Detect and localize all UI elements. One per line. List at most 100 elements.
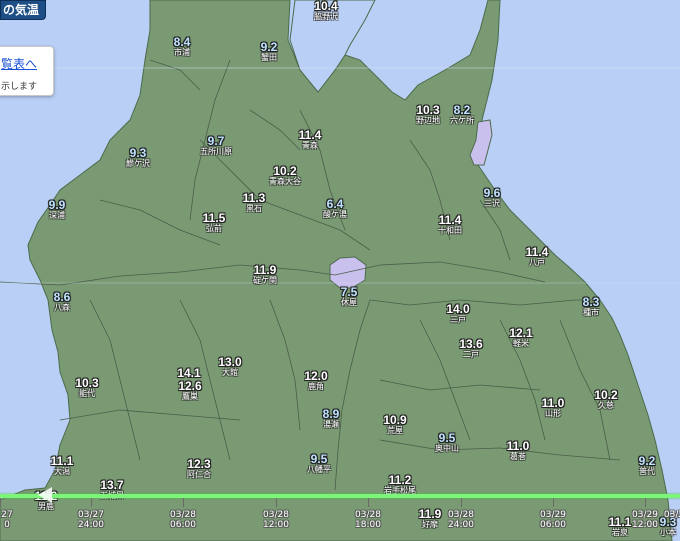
station-marker[interactable]: 6.4 酸ケ湯	[323, 198, 347, 219]
station-name: 青森	[301, 141, 318, 150]
station-marker[interactable]: 11.4 青森	[299, 129, 322, 150]
temperature-value: 9.5	[310, 452, 328, 466]
timeline-label[interactable]: 03/29 12:00	[632, 510, 658, 530]
temperature-value: 12.1	[509, 326, 533, 340]
temperature-value: 12.6	[178, 379, 202, 393]
station-marker[interactable]: 11.1 大潟	[51, 455, 74, 476]
station-name: 小本	[660, 528, 676, 537]
station-name: 二戸	[462, 350, 479, 359]
timeline-label[interactable]: 27 0	[1, 510, 12, 530]
station-marker[interactable]: 11.0 山形	[542, 397, 565, 418]
temperature-value: 11.9	[418, 507, 442, 521]
station-name: 鹿角	[307, 382, 324, 391]
timeline-label[interactable]: 03/28 24:00	[448, 510, 474, 530]
timeline-handle[interactable]	[38, 487, 52, 503]
station-name: 三沢	[484, 199, 500, 208]
station-name: 阿仁合	[187, 470, 211, 479]
timeline-label[interactable]: 03/29 06:00	[540, 510, 566, 530]
station-name: 碇ケ関	[253, 276, 277, 285]
station-name: 酸ケ湯	[323, 210, 347, 219]
station-marker[interactable]: 12.1 軽米	[509, 327, 532, 348]
station-name: 休屋	[341, 298, 357, 307]
station-marker[interactable]: 9.2 普代	[639, 455, 656, 476]
timeline-label[interactable]: 03/28 18:00	[355, 510, 381, 530]
station-marker[interactable]: 8.6 八森	[54, 291, 71, 312]
table-link[interactable]: 覧表へ	[1, 55, 37, 72]
station-marker[interactable]: 8.4 市浦	[174, 36, 191, 57]
station-marker[interactable]: 13.0 大館	[218, 356, 241, 377]
station-marker[interactable]: 11.9 碇ケ関	[253, 264, 277, 285]
station-name: 軽米	[512, 339, 529, 348]
station-marker[interactable]: 11.4 十和田	[438, 214, 462, 235]
station-name: 鰺ケ沢	[126, 159, 150, 168]
station-name: 三戸	[449, 315, 466, 324]
station-marker[interactable]: 11.0 葛巻	[507, 440, 530, 461]
station-marker[interactable]: 13.6 二戸	[459, 338, 482, 359]
temperature-value: 8.4	[173, 35, 191, 49]
station-marker[interactable]: 9.3 鰺ケ沢	[126, 147, 150, 168]
station-marker[interactable]: 9.6 三沢	[484, 187, 501, 208]
temperature-value: 14.0	[446, 302, 470, 316]
station-name: 六ケ所	[450, 116, 474, 125]
station-name: 青森大谷	[269, 177, 301, 186]
station-name: 大潟	[53, 467, 70, 476]
station-name: 湯瀬	[323, 420, 339, 429]
station-marker[interactable]: 10.9 荒屋	[383, 414, 406, 435]
station-marker[interactable]: 9.2 蟹田	[261, 41, 278, 62]
station-marker[interactable]: 9.9 深浦	[49, 199, 66, 220]
timeline-label[interactable]: 03/2	[664, 510, 680, 520]
temperature-value: 8.9	[322, 407, 340, 421]
temperature-value: 13.0	[218, 355, 242, 369]
temperature-value: 11.1	[50, 454, 74, 468]
info-popup: 覧表へ 示します	[0, 46, 54, 96]
station-name: 普代	[639, 467, 655, 476]
station-marker[interactable]: 11.3 黒石	[243, 192, 266, 213]
station-marker[interactable]: 8.3 種市	[583, 296, 600, 317]
timeline-tick	[553, 498, 554, 507]
temperature-value: 11.9	[253, 263, 277, 277]
timeline-tick	[0, 498, 1, 507]
temperature-value: 14.1	[177, 366, 201, 380]
station-marker[interactable]: 8.9 湯瀬	[323, 408, 340, 429]
temperature-value: 11.4	[298, 128, 322, 142]
timeline-slider[interactable]	[0, 494, 680, 498]
station-name: 八森	[54, 303, 70, 312]
station-name: 脇野沢	[314, 12, 338, 21]
timeline-tick	[91, 498, 92, 507]
station-marker[interactable]: 11.2 岩手松尾	[384, 474, 416, 495]
station-marker[interactable]: 10.3 能代	[75, 377, 98, 398]
station-name: 山形	[544, 409, 561, 418]
timeline-tick	[645, 498, 646, 507]
station-marker[interactable]: 10.2 青森大谷	[269, 165, 301, 186]
station-marker[interactable]: 12.6 鷹巣	[178, 380, 201, 401]
station-marker[interactable]: 10.4 脇野沢	[314, 0, 338, 21]
station-marker[interactable]: 9.5 八幡平	[307, 453, 331, 474]
station-name: 五所川原	[200, 147, 232, 156]
station-marker[interactable]: 9.5 奥中山	[435, 432, 459, 453]
station-marker[interactable]: 11.4 八戸	[526, 246, 549, 267]
station-marker[interactable]: 9.7 五所川原	[200, 135, 232, 156]
station-marker[interactable]: 12.3 阿仁合	[187, 458, 211, 479]
station-name: 葛巻	[509, 452, 526, 461]
station-name: 十和田	[438, 226, 462, 235]
station-marker[interactable]: 14.0 三戸	[446, 303, 469, 324]
map-canvas[interactable]	[0, 0, 680, 541]
temperature-value: 11.3	[242, 191, 266, 205]
page-title: の気温	[3, 3, 40, 17]
station-marker[interactable]: 10.2 久慈	[594, 389, 617, 410]
timeline-label[interactable]: 03/27 24:00	[78, 510, 104, 530]
station-marker[interactable]: 8.2 六ケ所	[450, 104, 474, 125]
temperature-value: 10.3	[75, 376, 99, 390]
temperature-value: 9.5	[438, 431, 456, 445]
station-name: 大館	[221, 368, 238, 377]
timeline-label[interactable]: 03/28 12:00	[263, 510, 289, 530]
station-marker[interactable]: 7.5 休屋	[341, 286, 358, 307]
station-marker[interactable]: 11.1 岩泉	[609, 516, 632, 537]
station-marker[interactable]: 11.5 弘前	[203, 212, 226, 233]
temperature-value: 11.2	[388, 473, 412, 487]
timeline-tick	[276, 498, 277, 507]
station-marker[interactable]: 12.0 鹿角	[304, 370, 327, 391]
station-marker[interactable]: 10.3 野辺地	[416, 104, 440, 125]
timeline-label[interactable]: 03/28 06:00	[170, 510, 196, 530]
station-marker[interactable]: 11.9 好摩	[419, 508, 442, 529]
